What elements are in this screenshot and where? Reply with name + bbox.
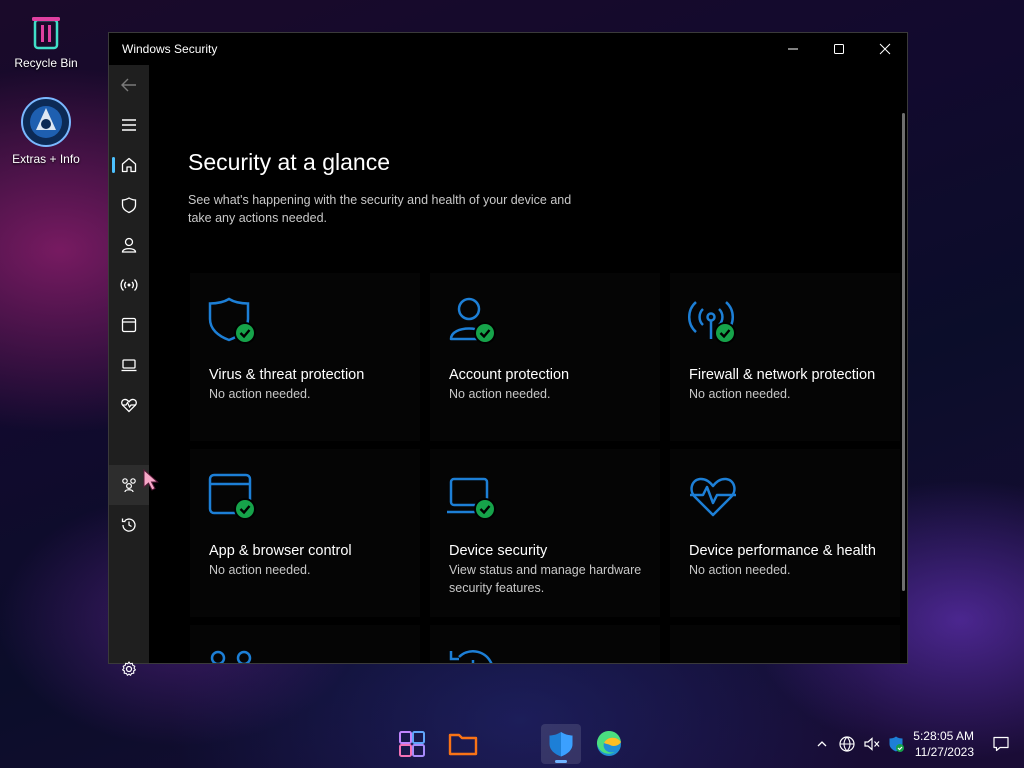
tile-status: No action needed. (689, 563, 791, 577)
tile-title: Firewall & network protection No action n… (689, 365, 889, 403)
nav-device-security[interactable] (109, 345, 149, 385)
gear-icon (122, 661, 136, 676)
shield-icon (549, 732, 573, 757)
tile-family-options[interactable] (190, 625, 420, 663)
tile-account-protection[interactable]: Account protection No action needed. (430, 273, 660, 441)
windows-start-icon (399, 731, 425, 757)
page-title: Security at a glance (188, 149, 391, 175)
menu-button[interactable] (109, 105, 149, 145)
tile-status: No action needed. (689, 387, 791, 401)
tile-status: No action needed. (209, 387, 311, 401)
heart-pulse-icon (121, 398, 137, 413)
edge-browser-button[interactable] (589, 724, 629, 764)
page-subtitle: See what's happening with the security a… (188, 193, 572, 225)
back-arrow-icon (121, 78, 136, 92)
tile-status: No action needed. (209, 563, 311, 577)
start-button[interactable] (392, 724, 432, 764)
history-icon (121, 518, 136, 532)
tile-virus-threat-protection[interactable]: Virus & threat protection No action neede… (190, 273, 420, 441)
hamburger-menu-icon (122, 119, 136, 131)
nav-virus-protection[interactable] (109, 185, 149, 225)
shield-check-icon (208, 297, 256, 344)
network-globe-icon[interactable] (838, 735, 856, 753)
extras-info-icon (20, 96, 72, 148)
edge-icon (596, 730, 621, 756)
minimize-button[interactable] (770, 33, 816, 65)
window-title: Windows Security (122, 42, 218, 56)
tile-title: Device performance & health No action nee… (689, 541, 889, 579)
maximize-button[interactable] (816, 33, 862, 65)
tile-title: Account protection No action needed. (449, 365, 649, 403)
windows-security-taskbar-button[interactable] (541, 724, 581, 764)
windows-security-window: Windows Security Security at a glance Se… (108, 32, 908, 676)
scrollbar[interactable] (902, 113, 905, 591)
maximize-icon (834, 44, 844, 54)
navigation-rail (109, 65, 149, 676)
speaker-muted-icon[interactable] (863, 735, 881, 753)
person-check-icon (449, 297, 496, 344)
minimize-icon (788, 48, 798, 50)
browser-window-check-icon (208, 473, 256, 520)
close-button[interactable] (862, 33, 908, 65)
nav-protection-history[interactable] (109, 505, 149, 545)
chevron-up-icon[interactable] (816, 738, 828, 750)
browser-window-icon (121, 317, 137, 333)
antenna-icon (120, 279, 138, 291)
title-bar[interactable]: Windows Security (109, 33, 907, 65)
recycle-bin-icon (26, 12, 66, 52)
mouse-cursor-icon (143, 469, 159, 491)
desktop-icon-extras-info[interactable]: Extras + Info (6, 96, 86, 166)
family-icon (210, 650, 252, 663)
close-icon (879, 43, 891, 55)
tile-device-performance-health[interactable]: Device performance & health No action nee… (670, 449, 900, 617)
tile-status: No action needed. (449, 387, 551, 401)
desktop-icon-label: Extras + Info (12, 152, 80, 166)
nav-app-browser[interactable] (109, 305, 149, 345)
tile-empty (670, 625, 900, 663)
nav-home[interactable] (109, 145, 149, 185)
family-icon (122, 478, 136, 493)
tile-app-browser-control[interactable]: App & browser control No action needed. (190, 449, 420, 617)
tile-title: App & browser control No action needed. (209, 541, 409, 579)
nav-settings[interactable] (109, 649, 149, 689)
laptop-check-icon (447, 477, 496, 520)
security-shield-tray-icon[interactable] (887, 735, 905, 753)
nav-firewall[interactable] (109, 265, 149, 305)
nav-device-performance[interactable] (109, 385, 149, 425)
heart-pulse-icon (690, 477, 736, 517)
folder-icon (448, 733, 478, 756)
tile-protection-history[interactable] (430, 625, 660, 663)
tile-status: View status and manage hardware security… (449, 563, 642, 595)
clock-date: 11/27/2023 (914, 745, 974, 759)
history-icon (449, 650, 493, 663)
nav-account-protection[interactable] (109, 225, 149, 265)
desktop-icon-recycle-bin[interactable]: Recycle Bin (6, 12, 86, 70)
back-button[interactable] (109, 65, 149, 105)
shield-icon (121, 197, 137, 214)
file-explorer-button[interactable] (443, 724, 483, 764)
tile-device-security[interactable]: Device security View status and manage ha… (430, 449, 660, 617)
system-clock[interactable]: 5:28:05 AM 11/27/2023 (913, 728, 974, 760)
tile-firewall-network-protection[interactable]: Firewall & network protection No action n… (670, 273, 900, 441)
home-icon (121, 157, 137, 173)
clock-time: 5:28:05 AM (913, 729, 974, 743)
taskbar: 5:28:05 AM 11/27/2023 (0, 720, 1024, 768)
tile-title: Virus & threat protection No action neede… (209, 365, 409, 403)
antenna-check-icon (687, 301, 736, 344)
notification-icon[interactable] (992, 735, 1010, 753)
tile-title: Device security View status and manage ha… (449, 541, 649, 597)
desktop-icon-label: Recycle Bin (14, 56, 78, 70)
main-content: Security at a glance See what's happenin… (149, 65, 907, 663)
laptop-icon (121, 359, 137, 372)
person-icon (121, 237, 137, 253)
